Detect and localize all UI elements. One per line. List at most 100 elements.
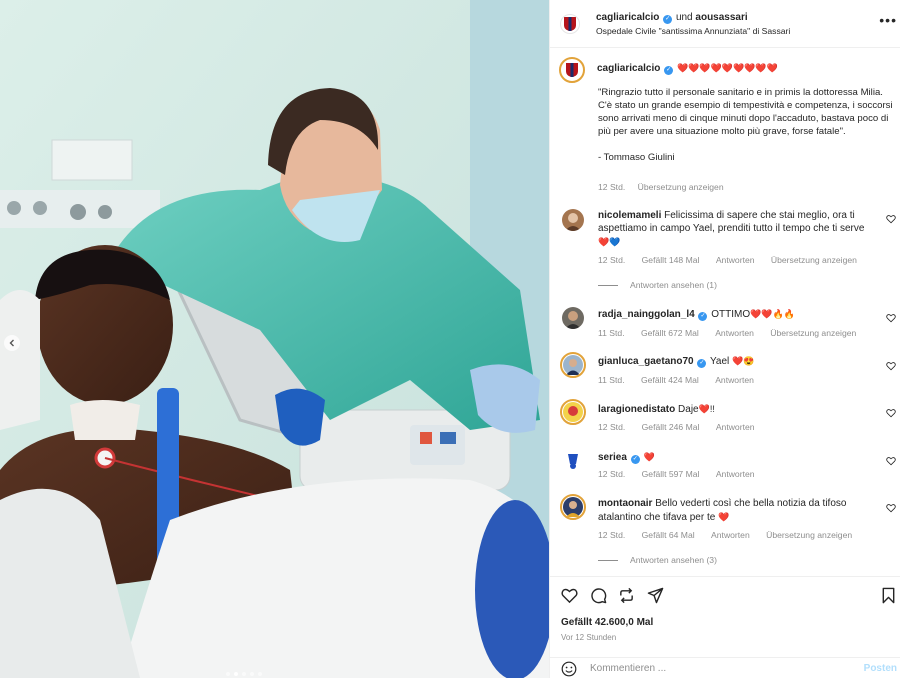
avatar[interactable]	[560, 14, 580, 34]
translate-link[interactable]: Übersetzung anzeigen	[638, 182, 724, 192]
caption-avatar[interactable]	[559, 57, 585, 83]
comment-meta: 12 Std. Gefällt 246 Mal Antworten	[598, 421, 755, 433]
comment-text: Felicissima di sapere che stai meglio, o…	[664, 210, 855, 221]
reply-button[interactable]: Antworten	[716, 255, 755, 265]
comment-emojis: ❤️!!	[698, 404, 715, 414]
comment-text-line2: atalantino che tifava per te	[598, 512, 716, 523]
comment-username[interactable]: gianluca_gaetano70	[598, 356, 694, 367]
comment-username[interactable]: montaonair	[598, 498, 652, 509]
caption-username[interactable]: cagliaricalcio	[597, 63, 660, 74]
comment-likes[interactable]: Gefällt 64 Mal	[642, 530, 695, 540]
comment-text: Yael	[709, 356, 730, 367]
header-collaborator[interactable]: aousassari	[695, 12, 747, 23]
comment-avatar[interactable]	[562, 307, 584, 329]
comment-likes[interactable]: Gefällt 246 Mal	[642, 422, 700, 432]
translate-link[interactable]: Übersetzung anzeigen	[770, 328, 856, 338]
comment-username[interactable]: nicolemameli	[598, 210, 661, 221]
comment-likes[interactable]: Gefällt 148 Mal	[642, 255, 700, 265]
comment-avatar[interactable]	[562, 209, 584, 231]
previous-image-button[interactable]	[4, 335, 20, 351]
user-photo-icon	[565, 213, 581, 231]
caption-header: cagliaricalcio ✓ ❤️❤️❤️❤️❤️❤️❤️❤️❤️	[597, 62, 778, 75]
reply-button[interactable]: Antworten	[711, 530, 750, 540]
repost-icon[interactable]	[618, 587, 635, 604]
heart-outline-icon[interactable]	[886, 361, 896, 371]
comment-meta: 12 Std. Gefällt 64 Mal Antworten Überset…	[598, 529, 852, 541]
more-horizontal-icon: •••	[879, 12, 897, 28]
comment-line: gianluca_gaetano70 ✓ Yael ❤️😍	[598, 355, 754, 368]
post-photo[interactable]	[0, 0, 549, 678]
comment-icon[interactable]	[590, 587, 607, 604]
comment-avatar[interactable]	[562, 450, 584, 472]
likes-count[interactable]: Gefällt 42.600,0 Mal	[561, 617, 653, 628]
caption-quote: "Ringrazio tutto il personale sanitario …	[598, 87, 893, 137]
comment-time: 12 Std.	[598, 422, 626, 432]
post-header: cagliaricalcio ✓ und aousassari Ospedale…	[550, 0, 900, 48]
user-photo-icon	[563, 355, 583, 375]
post-comment-button[interactable]: Posten	[864, 663, 897, 674]
comment-line: laragionedistato Daje❤️!!	[598, 403, 715, 416]
heart-outline-icon[interactable]	[886, 408, 896, 418]
header-username[interactable]: cagliaricalcio	[596, 12, 659, 23]
verified-badge-icon: ✓	[698, 312, 708, 321]
verified-badge-icon: ✓	[664, 66, 674, 75]
verified-badge-icon: ✓	[630, 455, 640, 464]
user-photo-icon	[563, 497, 583, 517]
carousel-indicator	[226, 672, 262, 676]
view-replies-button[interactable]: Antworten ansehen (1)	[598, 280, 717, 290]
caption-signature: - Tommaso Giulini	[598, 152, 675, 163]
view-replies-label: Antworten ansehen (3)	[630, 555, 717, 565]
translate-link[interactable]: Übersetzung anzeigen	[766, 530, 852, 540]
comment-avatar[interactable]	[560, 494, 586, 520]
comment-username[interactable]: laragionedistato	[598, 404, 675, 415]
emoji-icon[interactable]	[561, 661, 577, 677]
comment-avatar[interactable]	[560, 352, 586, 378]
verified-badge-icon: ✓	[663, 15, 673, 24]
comment-line: radja_nainggolan_l4 ✓ OTTIMO❤️❤️🔥🔥	[598, 308, 795, 321]
share-icon[interactable]	[647, 587, 664, 604]
carousel-dot	[258, 672, 262, 676]
header-connector: und	[675, 12, 693, 23]
comment-input[interactable]	[590, 663, 850, 674]
comment-line: montaonair Bello vederti così che bella …	[598, 498, 846, 510]
header-account-line: cagliaricalcio ✓ und aousassari	[596, 12, 748, 24]
reply-button[interactable]: Antworten	[716, 469, 755, 479]
heart-outline-icon[interactable]	[886, 313, 896, 323]
comment-username[interactable]: seriea	[598, 452, 627, 463]
heart-outline-icon[interactable]	[886, 503, 896, 513]
header-location[interactable]: Ospedale Civile "santissima Annunziata" …	[596, 25, 790, 37]
comment-emojis: ❤️😍	[732, 356, 755, 366]
comment-time: 12 Std.	[598, 469, 626, 479]
heart-outline-icon[interactable]	[886, 456, 896, 466]
comment-text: Daje	[678, 404, 699, 415]
comment-meta: 12 Std. Gefällt 148 Mal Antworten Überse…	[598, 254, 857, 266]
view-replies-button[interactable]: Antworten ansehen (3)	[598, 555, 717, 565]
cagliari-crest-icon	[564, 17, 576, 31]
hospital-scene-image	[0, 0, 549, 678]
user-photo-icon	[563, 402, 583, 422]
post-sidebar: cagliaricalcio ✓ und aousassari Ospedale…	[549, 0, 900, 678]
caption-time: 12 Std.	[598, 182, 626, 192]
comment-time: 12 Std.	[598, 255, 626, 265]
comment-likes[interactable]: Gefällt 424 Mal	[641, 375, 699, 385]
reply-button[interactable]: Antworten	[715, 328, 754, 338]
translate-link[interactable]: Übersetzung anzeigen	[771, 255, 857, 265]
comment-avatar[interactable]	[560, 399, 586, 425]
comment-likes[interactable]: Gefällt 597 Mal	[642, 469, 700, 479]
comment-likes[interactable]: Gefällt 672 Mal	[641, 328, 699, 338]
carousel-dot	[250, 672, 254, 676]
comment-meta: 12 Std. Gefällt 597 Mal Antworten	[598, 468, 755, 480]
reply-button[interactable]: Antworten	[715, 375, 754, 385]
bookmark-icon[interactable]	[880, 587, 897, 604]
reply-button[interactable]: Antworten	[716, 422, 755, 432]
post-actions: Gefällt 42.600,0 Mal Vor 12 Stunden Post…	[550, 576, 900, 678]
heart-outline-icon[interactable]	[886, 214, 896, 224]
user-photo-icon	[565, 311, 581, 329]
comment-line: seriea ✓ ❤️	[598, 451, 655, 464]
verified-badge-icon: ✓	[697, 359, 707, 368]
comment-username[interactable]: radja_nainggolan_l4	[598, 309, 695, 320]
chevron-left-icon	[9, 339, 14, 347]
more-options-button[interactable]: •••	[879, 12, 897, 28]
caption-hearts: ❤️❤️❤️❤️❤️❤️❤️❤️❤️	[676, 63, 778, 73]
heart-icon[interactable]	[561, 587, 578, 604]
